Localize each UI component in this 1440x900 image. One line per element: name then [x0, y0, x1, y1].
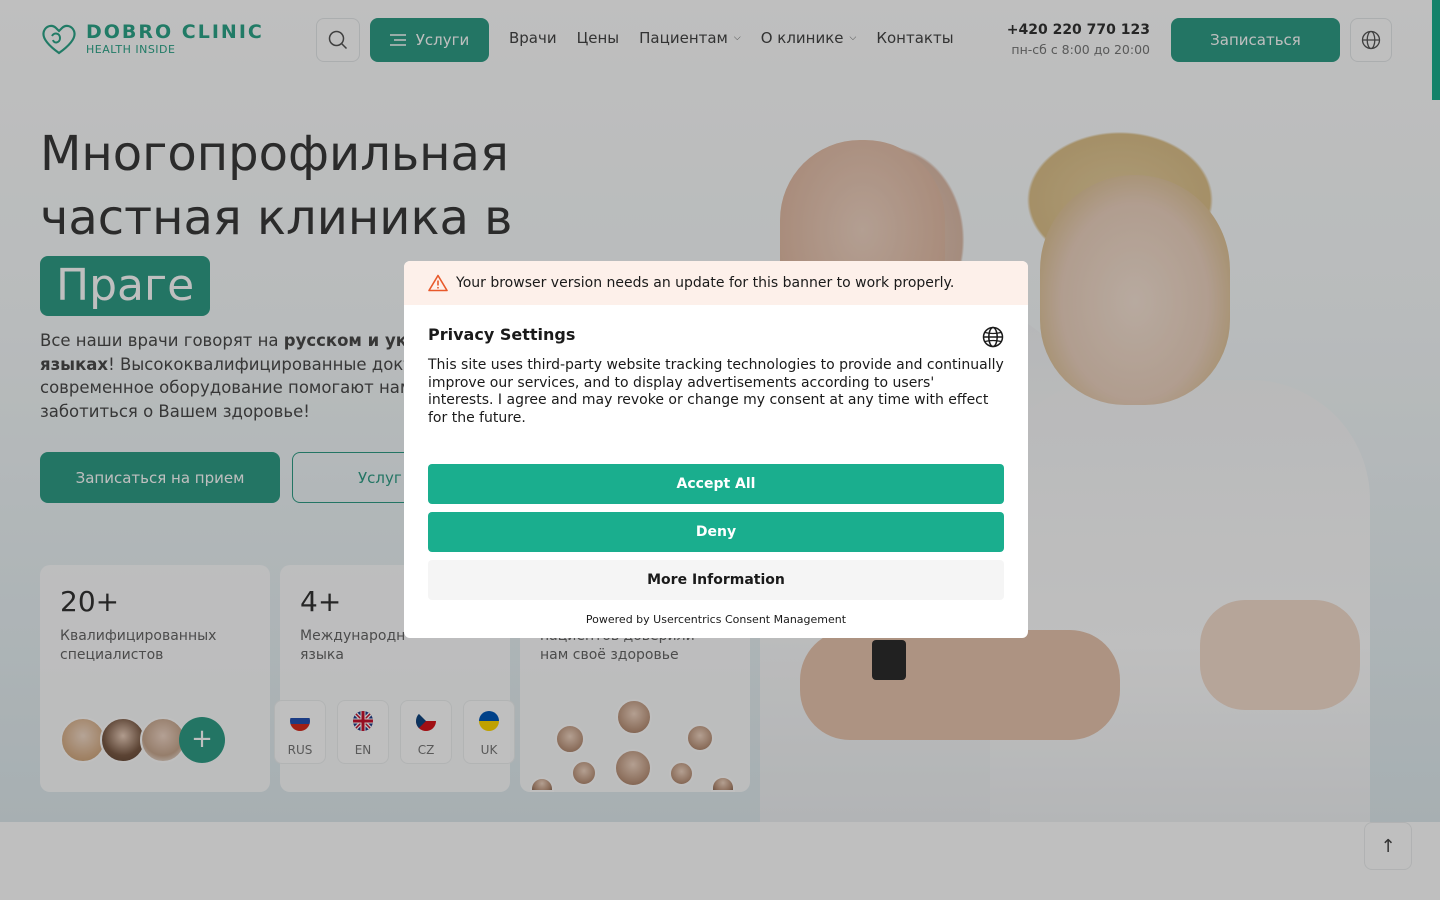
- language-globe-icon[interactable]: [982, 326, 1004, 348]
- deny-button[interactable]: Deny: [428, 512, 1004, 552]
- page: DOBRO CLINIC HEALTH INSIDE Услуги Врачи …: [0, 0, 1440, 900]
- consent-title: Privacy Settings: [428, 325, 576, 344]
- warning-icon: [428, 274, 448, 292]
- consent-body: Privacy Settings This site uses third-pa…: [404, 305, 1028, 427]
- consent-text: This site uses third-party website track…: [428, 357, 1004, 426]
- consent-dialog: Your browser version needs an update for…: [404, 261, 1028, 638]
- browser-warning-text: Your browser version needs an update for…: [456, 275, 955, 291]
- browser-warning: Your browser version needs an update for…: [404, 261, 1028, 305]
- more-information-button[interactable]: More Information: [428, 560, 1004, 600]
- consent-footer-link[interactable]: Powered by Usercentrics Consent Manageme…: [404, 613, 1028, 626]
- accept-all-button[interactable]: Accept All: [428, 464, 1004, 504]
